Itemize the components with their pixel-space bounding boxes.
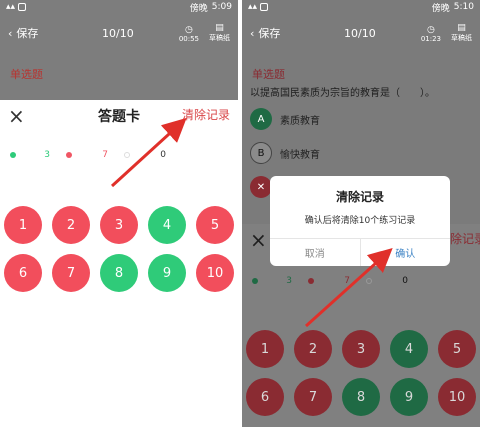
chevron-left-icon: ‹ <box>8 26 13 40</box>
chevron-left-icon: ‹ <box>250 26 255 40</box>
draft-icon: ▤ <box>215 22 224 33</box>
option-c[interactable]: ✕ <box>250 176 272 198</box>
back-label: 保存 <box>16 27 39 40</box>
draft-button[interactable]: ▤ 草稿纸 <box>209 22 230 43</box>
question-number-4[interactable]: 4 <box>390 330 428 368</box>
option-a-text: 素质教育 <box>280 115 320 127</box>
clock-icon: ◷ <box>426 24 435 35</box>
dialog-message: 确认后将清除10个练习记录 <box>304 216 416 226</box>
draft-label: 草稿纸 <box>209 33 230 42</box>
draft-icon: ▤ <box>457 22 466 33</box>
timer[interactable]: ◷ 00:55 <box>178 24 199 43</box>
option-a[interactable]: A 素质教育 <box>250 108 320 130</box>
status-time: 5:09 <box>211 2 232 12</box>
clear-records-button[interactable]: 清除记录 <box>182 106 230 123</box>
clock-icon: ◷ <box>184 24 193 35</box>
signal-icon: ▴▴ <box>248 2 258 12</box>
progress-counter: 10/10 <box>102 26 134 40</box>
progress-counter: 10/10 <box>344 26 376 40</box>
answer-sheet: × 答题卡 清除记录 3 7 0 1 2 3 4 5 6 7 8 9 10 <box>0 100 238 427</box>
question-type: 单选题 <box>10 68 43 81</box>
option-a-key: A <box>250 108 272 130</box>
clear-records-dialog: 清除记录 确认后将清除10个练习记录 取消 确认 <box>270 176 450 266</box>
question-number-1[interactable]: 1 <box>246 330 284 368</box>
app-icon <box>18 3 27 11</box>
question-number-3[interactable]: 3 <box>342 330 380 368</box>
question-number-5[interactable]: 5 <box>438 330 476 368</box>
question-number-2[interactable]: 2 <box>294 330 332 368</box>
timer-value: 00:55 <box>178 34 199 43</box>
signal-icon: ▴▴ <box>6 2 16 12</box>
question-number-7[interactable]: 7 <box>294 378 332 416</box>
back-button[interactable]: ‹ 保存 <box>8 25 38 41</box>
question-number-5[interactable]: 5 <box>196 206 234 244</box>
screenshot-before: ▴▴ 傍晚 5:09 ‹ 保存 10/10 ◷ 00:55 ▤ 草稿纸 单选题 × 答… <box>0 0 238 427</box>
timer[interactable]: ◷ 01:23 <box>420 24 441 43</box>
unanswered-count: 0 <box>160 150 166 160</box>
wrong-count: 7 <box>344 276 350 286</box>
unanswered-count: 0 <box>402 276 408 286</box>
question-text: 以提高国民素质为宗旨的教育是（ ）。 <box>250 88 435 99</box>
back-label: 保存 <box>258 27 281 40</box>
status-carrier: 傍晚 <box>431 3 450 14</box>
question-number-8[interactable]: 8 <box>342 378 380 416</box>
question-number-6[interactable]: 6 <box>4 254 42 292</box>
question-number-9[interactable]: 9 <box>390 378 428 416</box>
dialog-title: 清除记录 <box>335 190 384 204</box>
option-c-key: ✕ <box>250 176 272 198</box>
question-number-7[interactable]: 7 <box>52 254 90 292</box>
close-icon[interactable]: × <box>250 228 267 252</box>
wrong-count: 7 <box>102 150 108 160</box>
question-number-3[interactable]: 3 <box>100 206 138 244</box>
option-b-text: 愉快教育 <box>280 149 320 161</box>
question-grid: 1 2 3 4 5 6 7 8 9 10 <box>4 206 238 292</box>
option-b[interactable]: B 愉快教育 <box>250 142 320 164</box>
status-carrier: 傍晚 <box>189 3 208 14</box>
question-number-2[interactable]: 2 <box>52 206 90 244</box>
question-number-8[interactable]: 8 <box>100 254 138 292</box>
question-number-10[interactable]: 10 <box>196 254 234 292</box>
timer-value: 01:23 <box>420 34 441 43</box>
top-bar: ‹ 保存 10/10 ◷ 01:23 ▤ 草稿纸 <box>242 14 480 52</box>
draft-button[interactable]: ▤ 草稿纸 <box>451 22 472 43</box>
question-type: 单选题 <box>252 68 285 81</box>
legend: 3 7 0 <box>10 150 166 160</box>
status-time: 5:10 <box>453 2 474 12</box>
cancel-button[interactable]: 取消 <box>270 239 361 266</box>
question-number-1[interactable]: 1 <box>4 206 42 244</box>
question-number-10[interactable]: 10 <box>438 378 476 416</box>
correct-count: 3 <box>286 276 292 286</box>
question-grid: 1 2 3 4 5 6 7 8 9 10 <box>246 330 480 416</box>
correct-count: 3 <box>44 150 50 160</box>
status-bar: ▴▴ 傍晚 5:10 <box>242 0 480 14</box>
back-button[interactable]: ‹ 保存 <box>250 25 280 41</box>
draft-label: 草稿纸 <box>451 33 472 42</box>
legend: 3 7 0 <box>252 276 408 286</box>
confirm-button[interactable]: 确认 <box>361 239 451 266</box>
option-b-key: B <box>250 142 272 164</box>
question-number-9[interactable]: 9 <box>148 254 186 292</box>
app-icon <box>260 3 269 11</box>
question-number-6[interactable]: 6 <box>246 378 284 416</box>
top-bar: ‹ 保存 10/10 ◷ 00:55 ▤ 草稿纸 <box>0 14 238 52</box>
status-bar: ▴▴ 傍晚 5:09 <box>0 0 238 14</box>
screenshot-after: ▴▴ 傍晚 5:10 ‹ 保存 10/10 ◷ 01:23 ▤ 草稿纸 单选题 以提高… <box>242 0 480 427</box>
question-number-4[interactable]: 4 <box>148 206 186 244</box>
